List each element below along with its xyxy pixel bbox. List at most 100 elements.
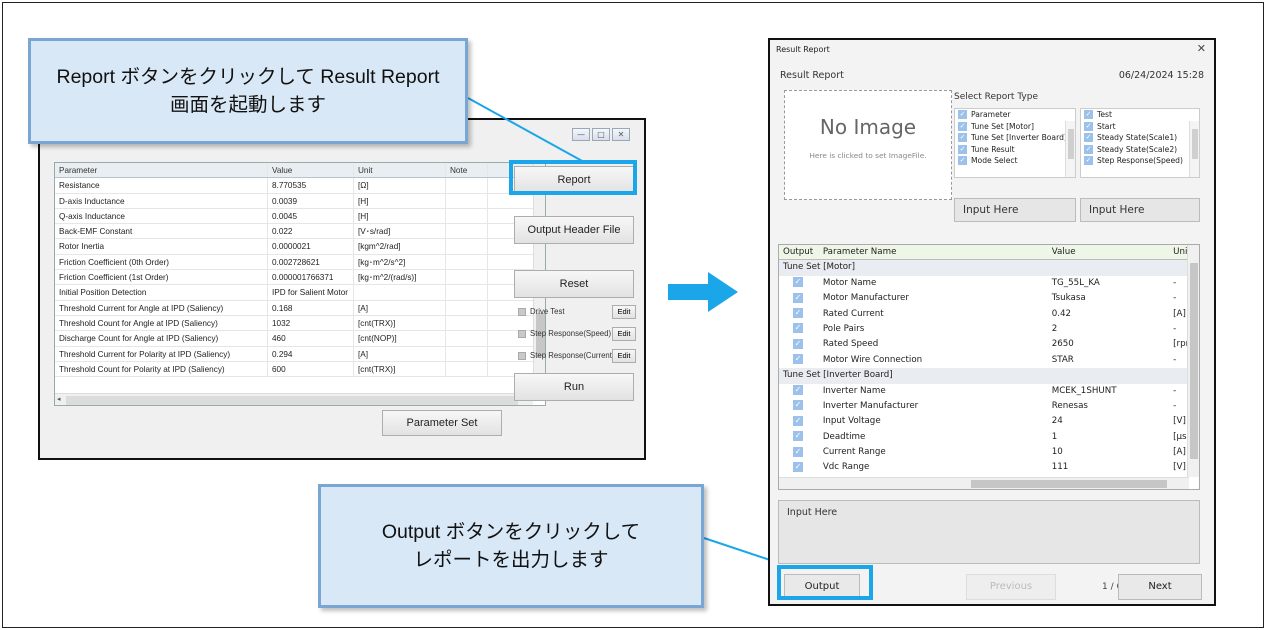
table-cell: 1 — [1051, 431, 1058, 442]
list-scrollbar[interactable] — [1189, 121, 1199, 177]
group-row: Tune Set [Inverter Board] — [779, 368, 1199, 384]
check-icon[interactable]: ✓ — [793, 292, 803, 303]
table-cell: 24 — [1051, 416, 1063, 427]
table-row[interactable]: ✓ Pole Pairs 2- — [779, 322, 1199, 337]
list-item[interactable]: ✓ Mode Select — [955, 155, 1075, 167]
output-cell: ✓ — [779, 460, 819, 475]
table-cell: Input Voltage — [822, 416, 881, 427]
image-placeholder[interactable]: No Image Here is clicked to set ImageFil… — [784, 90, 952, 200]
report-date: 06/24/2024 15:28 — [1118, 70, 1204, 81]
horizontal-scrollbar[interactable] — [779, 477, 1189, 489]
col-parameter-name: Parameter Name — [822, 247, 897, 257]
table-row[interactable]: ✓ Current Range 10 [A] — [779, 445, 1199, 460]
output-highlight — [777, 565, 873, 600]
list-header-label: Test — [1097, 110, 1112, 120]
scroll-thumb[interactable] — [1068, 129, 1074, 159]
list-item-label: Steady State(Scale1) — [1097, 133, 1178, 143]
comment-input[interactable]: Input Here — [778, 500, 1200, 564]
table-cell: Motor Name — [822, 277, 877, 288]
report-heading: Result Report — [780, 70, 844, 81]
table-row[interactable]: ✓ Motor Manufacturer Tsukasa - — [779, 291, 1199, 306]
check-icon[interactable]: ✓ — [958, 156, 967, 166]
table-row[interactable]: ✓ Vdc Range 111 [V] — [779, 460, 1199, 475]
table-cell: TG_55L_KA — [1051, 277, 1100, 288]
table-row[interactable]: ✓ Motor Name TG_55L_KA - — [779, 276, 1199, 291]
input-field-1[interactable]: Input Here — [954, 198, 1076, 222]
check-icon[interactable]: ✓ — [1084, 156, 1093, 166]
check-icon[interactable]: ✓ — [1084, 144, 1093, 154]
table-row[interactable]: ✓ Motor Wire Connection STAR - — [779, 353, 1199, 368]
next-button[interactable]: Next — [1118, 574, 1202, 600]
check-icon[interactable]: ✓ — [793, 446, 803, 457]
list-item[interactable]: ✓ Step Response(Speed) — [1081, 155, 1199, 167]
table-cell: Pole Pairs — [822, 323, 865, 334]
check-icon[interactable]: ✓ — [793, 385, 803, 396]
check-icon[interactable]: ✓ — [793, 400, 803, 411]
connector-line-top — [467, 97, 585, 163]
check-icon[interactable]: ✓ — [958, 121, 967, 131]
list-header[interactable]: ✓ Parameter — [955, 109, 1075, 121]
list-item-label: Tune Result — [971, 144, 1015, 154]
list-scrollbar[interactable] — [1065, 121, 1075, 177]
no-image-text: No Image — [819, 115, 917, 139]
output-cell: ✓ — [779, 445, 819, 460]
group-row: Tune Set [Motor] — [779, 260, 1199, 276]
close-icon[interactable]: ✕ — [1197, 42, 1206, 55]
table-row[interactable]: ✓ Deadtime 1 [μs] — [779, 430, 1199, 445]
right-arrow-icon — [668, 272, 738, 312]
check-icon[interactable]: ✓ — [793, 431, 803, 442]
list-item[interactable]: ✓ Tune Result — [955, 144, 1075, 156]
check-icon[interactable]: ✓ — [793, 415, 803, 426]
list-item[interactable]: ✓ Start — [1081, 121, 1199, 133]
test-type-list: ✓ Test ✓ Start ✓ Steady State(Scale1) ✓ Stea… — [1080, 108, 1200, 178]
list-item-label: Start — [1097, 121, 1116, 131]
table-cell: 111 — [1051, 462, 1069, 473]
vertical-scrollbar[interactable] — [1187, 245, 1199, 477]
scroll-thumb[interactable] — [1192, 129, 1198, 159]
output-cell: ✓ — [779, 384, 819, 399]
table-row[interactable]: ✓ Rated Speed 2650 [rpm] — [779, 337, 1199, 352]
check-icon[interactable]: ✓ — [793, 323, 803, 334]
output-table: Output Parameter Name Value Unit Tune Se… — [778, 244, 1200, 490]
check-icon[interactable]: ✓ — [958, 133, 967, 143]
list-item[interactable]: ✓ Steady State(Scale1) — [1081, 132, 1199, 144]
check-icon[interactable]: ✓ — [793, 338, 803, 349]
col-output: Output — [783, 247, 814, 257]
output-cell: ✓ — [779, 322, 819, 337]
callout-text: Output ボタンをクリックして — [381, 521, 641, 543]
table-row[interactable]: ✓ Input Voltage 24 [V] — [779, 414, 1199, 429]
check-icon[interactable]: ✓ — [958, 144, 967, 154]
check-icon[interactable]: ✓ — [793, 308, 803, 319]
table-cell: 0.42 — [1051, 308, 1072, 319]
scroll-thumb[interactable] — [1190, 263, 1198, 459]
table-row[interactable]: ✓ Inverter Manufacturer Renesas - — [779, 399, 1199, 414]
list-item-label: Mode Select — [971, 156, 1018, 166]
check-icon[interactable]: ✓ — [1084, 110, 1093, 120]
check-icon[interactable]: ✓ — [958, 110, 967, 120]
table-cell: Current Range — [822, 447, 886, 458]
check-icon[interactable]: ✓ — [1084, 133, 1093, 143]
check-icon[interactable]: ✓ — [793, 354, 803, 365]
table-row[interactable]: ✓ Inverter Name MCEK_1SHUNT - — [779, 384, 1199, 399]
list-item[interactable]: ✓ Steady State(Scale2) — [1081, 144, 1199, 156]
table-cell: Inverter Name — [822, 385, 886, 396]
list-item-label: Tune Set [Inverter Board] — [971, 133, 1067, 143]
check-icon[interactable]: ✓ — [1084, 121, 1093, 131]
list-item[interactable]: ✓ Tune Set [Motor] — [955, 121, 1075, 133]
table-header: Output Parameter Name Value Unit — [779, 245, 1199, 261]
table-cell: Rated Speed — [822, 339, 879, 350]
list-header[interactable]: ✓ Test — [1081, 109, 1199, 121]
check-icon[interactable]: ✓ — [793, 461, 803, 472]
previous-button[interactable]: Previous — [966, 574, 1056, 600]
result-report-window: Result Report ✕ Result Report 06/24/2024… — [768, 38, 1216, 606]
parameter-type-list: ✓ Parameter ✓ Tune Set [Motor] ✓ Tune Set [… — [954, 108, 1076, 178]
window-title: Result Report — [776, 45, 830, 54]
list-item-label: Steady State(Scale2) — [1097, 144, 1178, 154]
scroll-thumb[interactable] — [971, 480, 1167, 488]
check-icon[interactable]: ✓ — [793, 277, 803, 288]
input-field-2[interactable]: Input Here — [1080, 198, 1200, 222]
callout-report: Report ボタンをクリックして Result Report 画面を起動します — [28, 38, 468, 144]
table-row[interactable]: ✓ Rated Current 0.42 [A] — [779, 307, 1199, 322]
list-item[interactable]: ✓ Tune Set [Inverter Board] — [955, 132, 1075, 144]
list-header-label: Parameter — [971, 110, 1011, 120]
